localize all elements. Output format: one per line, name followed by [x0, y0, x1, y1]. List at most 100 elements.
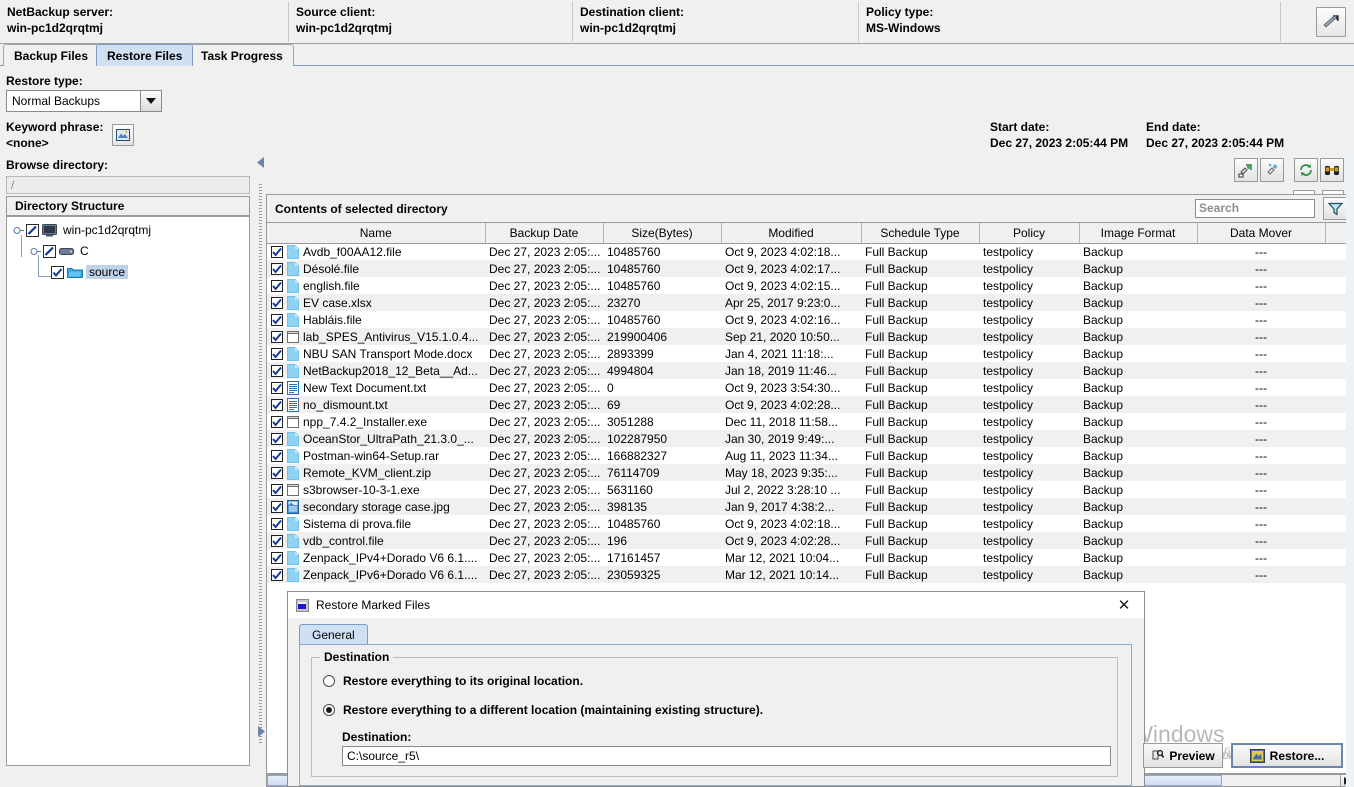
- tab-backup-files[interactable]: Backup Files: [3, 44, 100, 66]
- select-all-files-button[interactable]: [1234, 158, 1258, 182]
- cell-schedule-type: Full Backup: [861, 447, 979, 464]
- table-row[interactable]: Sistema di prova.file Dec 27, 2023 2:05:.…: [267, 515, 1353, 532]
- search-files-button[interactable]: [1320, 158, 1344, 182]
- tree-node-source[interactable]: source: [51, 263, 129, 281]
- row-checkbox[interactable]: [271, 398, 283, 411]
- generic-file-icon: [287, 431, 299, 446]
- table-row[interactable]: Zenpack_IPv6+Dorado V6 6.1.... Dec 27, 20…: [267, 566, 1353, 583]
- refresh-button[interactable]: [1294, 158, 1318, 182]
- row-checkbox[interactable]: [271, 517, 283, 530]
- row-checkbox[interactable]: [271, 245, 283, 258]
- column-header-backup-date[interactable]: Backup Date: [485, 223, 604, 244]
- restore-button[interactable]: Restore...: [1231, 743, 1343, 768]
- cell-modified: May 18, 2023 9:35:...: [721, 464, 861, 481]
- table-row[interactable]: lab_SPES_Antivirus_V15.1.0.4... Dec 27, 2…: [267, 328, 1353, 345]
- restore-marked-files-dialog[interactable]: Restore Marked Files ✕ General Destinati…: [287, 591, 1145, 787]
- radio-original-location[interactable]: Restore everything to its original locat…: [323, 674, 583, 688]
- row-checkbox[interactable]: [271, 313, 283, 326]
- table-row[interactable]: s3browser-10-3-1.exe Dec 27, 2023 2:05:..…: [267, 481, 1353, 498]
- table-row[interactable]: secondary storage case.jpg Dec 27, 2023 2…: [267, 498, 1353, 515]
- row-checkbox[interactable]: [271, 534, 283, 547]
- row-checkbox[interactable]: [271, 330, 283, 343]
- table-row[interactable]: EV case.xlsx Dec 27, 2023 2:05:... 23270 Ap…: [267, 294, 1353, 311]
- splitter-collapse-left-icon[interactable]: [257, 157, 265, 168]
- table-row[interactable]: english.file Dec 27, 2023 2:05:... 1048576…: [267, 277, 1353, 294]
- column-header-size[interactable]: Size(Bytes): [603, 223, 722, 244]
- row-checkbox[interactable]: [271, 364, 283, 377]
- radio-original-location-indicator[interactable]: [323, 675, 335, 687]
- row-checkbox[interactable]: [271, 568, 283, 581]
- column-header-data-mover[interactable]: Data Mover: [1197, 223, 1326, 244]
- restore-type-select[interactable]: Normal Backups: [6, 90, 162, 112]
- tab-restore-files[interactable]: Restore Files: [96, 44, 194, 66]
- preview-button[interactable]: Preview: [1143, 743, 1223, 768]
- column-header-image-format[interactable]: Image Format: [1079, 223, 1198, 244]
- row-checkbox[interactable]: [271, 432, 283, 445]
- tree-expand-handle-icon[interactable]: [13, 225, 24, 236]
- table-row[interactable]: Postman-win64-Setup.rar Dec 27, 2023 2:05…: [267, 447, 1353, 464]
- start-date-value: Dec 27, 2023 2:05:44 PM: [990, 136, 1129, 150]
- window-vertical-scrollbar[interactable]: [1346, 154, 1354, 787]
- table-row[interactable]: OceanStor_UltraPath_21.3.0_... Dec 27, 20…: [267, 430, 1353, 447]
- close-icon[interactable]: ✕: [1104, 592, 1144, 618]
- radio-different-location-label: Restore everything to a different locati…: [343, 703, 764, 717]
- deselect-all-files-button[interactable]: [1260, 158, 1284, 182]
- cell-image-format: Backup: [1079, 515, 1197, 532]
- filter-button[interactable]: [1323, 197, 1347, 220]
- refresh-icon: [1300, 164, 1312, 176]
- splitter-expand-right-icon[interactable]: [257, 726, 265, 737]
- row-checkbox[interactable]: [271, 551, 283, 564]
- cell-policy: testpolicy: [979, 464, 1079, 481]
- row-checkbox[interactable]: [271, 381, 283, 394]
- cell-schedule-type: Full Backup: [861, 481, 979, 498]
- cell-name: no_dismount.txt: [267, 396, 485, 413]
- cell-policy: testpolicy: [979, 277, 1079, 294]
- column-header-modified[interactable]: Modified: [721, 223, 862, 244]
- splitter-grip[interactable]: [259, 184, 262, 744]
- column-header-policy[interactable]: Policy: [979, 223, 1080, 244]
- table-row[interactable]: vdb_control.file Dec 27, 2023 2:05:... 196…: [267, 532, 1353, 549]
- tree-checkbox-drive-c[interactable]: [43, 244, 56, 258]
- tab-task-progress[interactable]: Task Progress: [190, 44, 294, 66]
- keyword-phrase-button[interactable]: [112, 124, 134, 146]
- dialog-tab-general[interactable]: General: [299, 624, 368, 645]
- table-row[interactable]: Désolé.file Dec 27, 2023 2:05:... 10485760…: [267, 260, 1353, 277]
- table-row[interactable]: NBU SAN Transport Mode.docx Dec 27, 2023 …: [267, 345, 1353, 362]
- checkmark-icon: [272, 519, 282, 528]
- tree-node-drive-c[interactable]: C: [30, 242, 92, 260]
- browse-path-input[interactable]: /: [6, 176, 250, 194]
- table-row[interactable]: npp_7.4.2_Installer.exe Dec 27, 2023 2:05…: [267, 413, 1353, 430]
- table-row[interactable]: no_dismount.txt Dec 27, 2023 2:05:... 69 Oc…: [267, 396, 1353, 413]
- row-checkbox[interactable]: [271, 296, 283, 309]
- radio-different-location[interactable]: Restore everything to a different locati…: [323, 703, 763, 717]
- tree-checkbox-host[interactable]: [26, 223, 39, 237]
- destination-path-input[interactable]: C:\source_r5\: [342, 746, 1111, 766]
- row-checkbox[interactable]: [271, 279, 283, 292]
- tree-node-host[interactable]: win-pc1d2qrqtmj: [13, 221, 154, 239]
- tree-checkbox-source[interactable]: [51, 265, 64, 279]
- table-row[interactable]: New Text Document.txt Dec 27, 2023 2:05:.…: [267, 379, 1353, 396]
- pane-splitter[interactable]: [256, 154, 266, 787]
- change-client-button[interactable]: [1316, 7, 1346, 37]
- radio-different-location-indicator[interactable]: [323, 704, 335, 716]
- cell-image-format: Backup: [1079, 328, 1197, 345]
- directory-tree[interactable]: win-pc1d2qrqtmj C source: [6, 216, 250, 766]
- cell-backup-date: Dec 27, 2023 2:05:...: [485, 328, 603, 345]
- tree-expand-handle-icon[interactable]: [30, 246, 41, 257]
- row-checkbox[interactable]: [271, 415, 283, 428]
- row-checkbox[interactable]: [271, 262, 283, 275]
- column-header-name[interactable]: Name: [267, 223, 486, 244]
- table-row[interactable]: Habláis.file Dec 27, 2023 2:05:... 1048576…: [267, 311, 1353, 328]
- row-checkbox[interactable]: [271, 466, 283, 479]
- row-checkbox[interactable]: [271, 347, 283, 360]
- column-header-schedule[interactable]: Schedule Type: [861, 223, 980, 244]
- table-row[interactable]: NetBackup2018_12_Beta__Ad... Dec 27, 2023…: [267, 362, 1353, 379]
- table-row[interactable]: Zenpack_IPv4+Dorado V6 6.1.... Dec 27, 20…: [267, 549, 1353, 566]
- table-row[interactable]: Remote_KVM_client.zip Dec 27, 2023 2:05:.…: [267, 464, 1353, 481]
- row-checkbox[interactable]: [271, 483, 283, 496]
- search-input[interactable]: Search: [1195, 199, 1315, 218]
- chevron-down-icon[interactable]: [140, 91, 161, 111]
- row-checkbox[interactable]: [271, 449, 283, 462]
- row-checkbox[interactable]: [271, 500, 283, 513]
- table-row[interactable]: Avdb_f00AA12.file Dec 27, 2023 2:05:... 10…: [267, 243, 1353, 260]
